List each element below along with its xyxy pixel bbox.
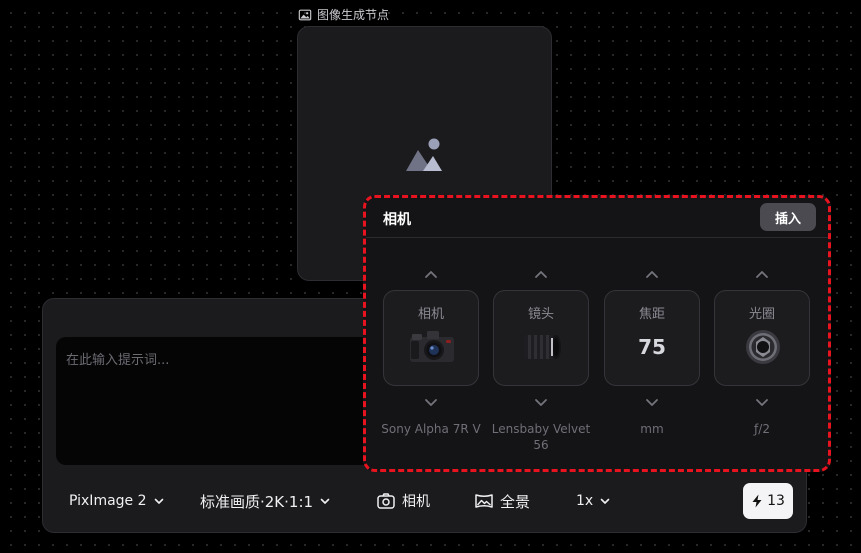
chevron-down-icon [756, 398, 768, 406]
aperture-prev-button[interactable] [752, 266, 772, 282]
camera-icon [377, 493, 395, 509]
popover-title: 相机 [383, 212, 411, 228]
image-placeholder-icon [406, 138, 442, 171]
chevron-up-icon [425, 270, 437, 278]
quality-select[interactable]: 标准画质·2K·1:1 [200, 481, 331, 521]
focal-length-number: 75 [638, 335, 666, 359]
model-select-label: PixImage 2 [69, 493, 147, 509]
chevron-down-icon [154, 498, 163, 504]
insert-button[interactable]: 插入 [760, 203, 816, 231]
camera-body-value: Sony Alpha 7R V [381, 422, 481, 436]
aperture-next-button[interactable] [752, 394, 772, 410]
credit-count: 13 [767, 493, 785, 509]
camera-body-tile[interactable]: 相机 [383, 290, 479, 386]
chevron-down-icon [425, 398, 437, 406]
aperture-value: ƒ/2 [754, 422, 770, 436]
camera-settings-popover: 相机 插入 相机 Sony Alpha 7R V 镜头 Lensbaby Vel… [363, 195, 831, 472]
aperture-icon [746, 330, 780, 364]
aperture-tile[interactable]: 光圈 [714, 290, 810, 386]
camera-toggle-label: 相机 [402, 494, 430, 510]
camera-body-prev-button[interactable] [421, 266, 441, 282]
lens-prev-button[interactable] [531, 266, 551, 282]
lens-label: 镜头 [527, 307, 554, 322]
chevron-up-icon [756, 270, 768, 278]
aperture-column: 光圈 ƒ/2 [714, 262, 810, 462]
generation-toolbar: PixImage 2 标准画质·2K·1:1 相机 全景 1x 13 [43, 481, 806, 521]
image-icon [298, 9, 312, 20]
lens-next-button[interactable] [531, 394, 551, 410]
focal-length-decrease-button[interactable] [642, 394, 662, 410]
aperture-label: 光圈 [748, 307, 775, 322]
focal-length-column: 焦距 75 mm [604, 262, 700, 462]
model-select[interactable]: PixImage 2 [69, 481, 165, 521]
panorama-label: 全景 [500, 492, 531, 511]
camera-body-next-button[interactable] [421, 394, 441, 410]
multiplier-label: 1x [576, 493, 594, 509]
focal-length-unit: mm [640, 422, 664, 436]
chevron-down-icon [535, 398, 547, 406]
panorama-icon [475, 494, 493, 508]
chevron-down-icon [646, 398, 658, 406]
chevron-up-icon [646, 270, 658, 278]
camera-body-icon [410, 331, 454, 362]
chevron-up-icon [535, 270, 547, 278]
lens-icon [524, 335, 561, 359]
camera-toggle-button[interactable]: 相机 [376, 481, 430, 521]
camera-body-label: 相机 [417, 307, 444, 322]
focal-length-increase-button[interactable] [642, 266, 662, 282]
node-title-text: 图像生成节点 [317, 8, 390, 22]
lens-tile[interactable]: 镜头 [493, 290, 589, 386]
chevron-down-icon [600, 498, 610, 504]
popover-header: 相机 插入 [366, 198, 828, 238]
focal-length-label: 焦距 [638, 307, 665, 322]
quality-select-label: 标准画质·2K·1:1 [200, 492, 314, 511]
focal-length-tile[interactable]: 焦距 75 [604, 290, 700, 386]
multiplier-select[interactable]: 1x [576, 481, 611, 521]
lens-value: Lensbaby Velvet 56 [491, 422, 591, 452]
generate-button[interactable]: 13 [743, 483, 793, 519]
panorama-button[interactable]: 全景 [474, 481, 530, 521]
lightning-icon [752, 494, 762, 508]
prompt-input[interactable] [56, 337, 376, 465]
chevron-down-icon [320, 498, 330, 504]
node-title: 图像生成节点 [298, 6, 389, 23]
camera-body-column: 相机 Sony Alpha 7R V [381, 262, 481, 462]
lens-column: 镜头 Lensbaby Velvet 56 [492, 262, 590, 462]
